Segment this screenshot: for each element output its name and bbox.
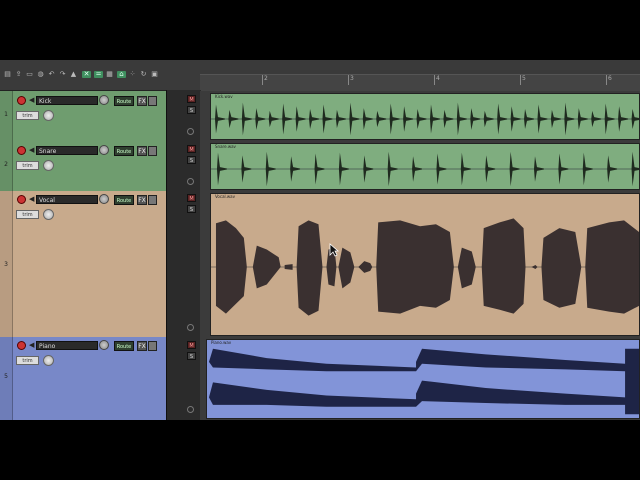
fx-button[interactable]: FX [137,341,147,351]
lane-vocal: Vocal.wav [200,191,640,337]
ruler-label: 2 [264,75,268,82]
media-item[interactable]: Vocal.wav [210,193,640,336]
track-snare[interactable]: 2 ◀ Snare Route FX trim [0,141,166,192]
fx-bypass-button[interactable] [148,341,157,351]
volume-knob[interactable] [99,95,109,105]
ruler-tick [348,75,349,85]
track-number: 1 [4,111,8,118]
lane-kick: Kick.wav [200,91,640,141]
metronome-icon[interactable]: ▲ [70,71,77,78]
record-arm-button[interactable] [17,195,26,204]
waveform [211,218,639,316]
solo-button[interactable]: S [187,156,196,164]
daw-window: ▤ ⇪ ▭ ◍ ↶ ↷ ▲ ✕ = ▦ ⌂ ⁘ ↻ ▣ 2 3 4 5 6 1 … [0,60,640,420]
track-name-field[interactable]: Vocal [36,195,98,204]
solo-button[interactable]: S [187,205,196,213]
track-number: 5 [4,373,8,380]
mute-button[interactable]: M [187,341,196,349]
route-button[interactable]: Route [114,96,134,106]
mouse-cursor [329,243,339,257]
ruler-label: 4 [436,75,440,82]
media-item[interactable]: Piano.wav [206,339,640,419]
media-item[interactable]: Kick.wav [210,93,640,140]
volume-knob[interactable] [99,145,109,155]
solo-button[interactable]: S [187,106,196,114]
pan-knob[interactable] [43,160,54,171]
mute-button[interactable]: M [187,194,196,202]
track-name-field[interactable]: Snare [36,146,98,155]
new-project-icon[interactable]: ▤ [4,71,11,78]
speaker-icon: ◀ [29,96,35,104]
fx-bypass-button[interactable] [148,146,157,156]
fx-button[interactable]: FX [137,96,147,106]
ruler-tick [262,75,263,85]
pan-knob[interactable] [43,209,54,220]
ruler-label: 5 [522,75,526,82]
automation-mode-button[interactable]: trim [16,111,39,120]
record-arm-button[interactable] [17,341,26,350]
ruler-tick [434,75,435,85]
open-project-icon[interactable]: ⇪ [15,71,22,78]
waveform [211,151,639,187]
lane-snare: Snare.wav [200,141,640,191]
track-number: 2 [4,161,8,168]
grid-snap-icon[interactable]: ✕ [82,71,91,78]
envelope-icon[interactable] [187,406,194,413]
solo-button[interactable]: S [187,352,196,360]
record-arm-button[interactable] [17,96,26,105]
automation-mode-button[interactable]: trim [16,161,39,170]
route-button[interactable]: Route [114,195,134,205]
envelope-lock-icon[interactable]: ⁘ [129,71,136,78]
track-name-field[interactable]: Piano [36,341,98,350]
ruler-label: 6 [608,75,612,82]
record-arm-button[interactable] [17,146,26,155]
undo-icon[interactable]: ↶ [48,71,55,78]
volume-knob[interactable] [99,340,109,350]
ripple-edit-icon[interactable]: = [94,71,103,78]
ruler-tick [606,75,607,85]
save-project-icon[interactable]: ▭ [26,71,33,78]
speaker-icon: ◀ [29,146,35,154]
item-grouping-icon[interactable]: ▦ [106,71,113,78]
media-item[interactable]: Snare.wav [210,143,640,190]
mute-button[interactable]: M [187,95,196,103]
lane-piano: Piano.wav [200,337,640,420]
pan-knob[interactable] [43,355,54,366]
route-button[interactable]: Route [114,146,134,156]
automation-mode-button[interactable]: trim [16,356,39,365]
track-vocal[interactable]: 3 ◀ Vocal Route FX trim [0,191,166,338]
waveform [208,348,639,415]
waveform [211,102,639,136]
ruler-tick [520,75,521,85]
fx-bypass-button[interactable] [148,195,157,205]
speaker-icon: ◀ [29,195,35,203]
fx-button[interactable]: FX [137,146,147,156]
lock-icon[interactable]: ▣ [151,71,158,78]
fx-bypass-button[interactable] [148,96,157,106]
redo-icon[interactable]: ↷ [59,71,66,78]
ruler-label: 3 [350,75,354,82]
envelope-icon[interactable] [187,178,194,185]
mixer-strip-column: M S M S M S M S [166,90,201,420]
track-piano[interactable]: 5 ◀ Piano Route FX trim [0,337,166,420]
track-number: 3 [4,261,8,268]
envelope-icon[interactable] [187,128,194,135]
loop-icon[interactable]: ↻ [140,71,147,78]
pan-knob[interactable] [43,110,54,121]
speaker-icon: ◀ [29,341,35,349]
fx-button[interactable]: FX [137,195,147,205]
auto-crossfade-icon[interactable]: ⌂ [117,71,126,78]
track-name-field[interactable]: Kick [36,96,98,105]
mute-button[interactable]: M [187,145,196,153]
envelope-icon[interactable] [187,324,194,331]
volume-knob[interactable] [99,194,109,204]
route-button[interactable]: Route [114,341,134,351]
automation-mode-button[interactable]: trim [16,210,39,219]
track-kick[interactable]: 1 ◀ Kick Route FX trim [0,91,166,142]
project-settings-icon[interactable]: ◍ [37,71,44,78]
